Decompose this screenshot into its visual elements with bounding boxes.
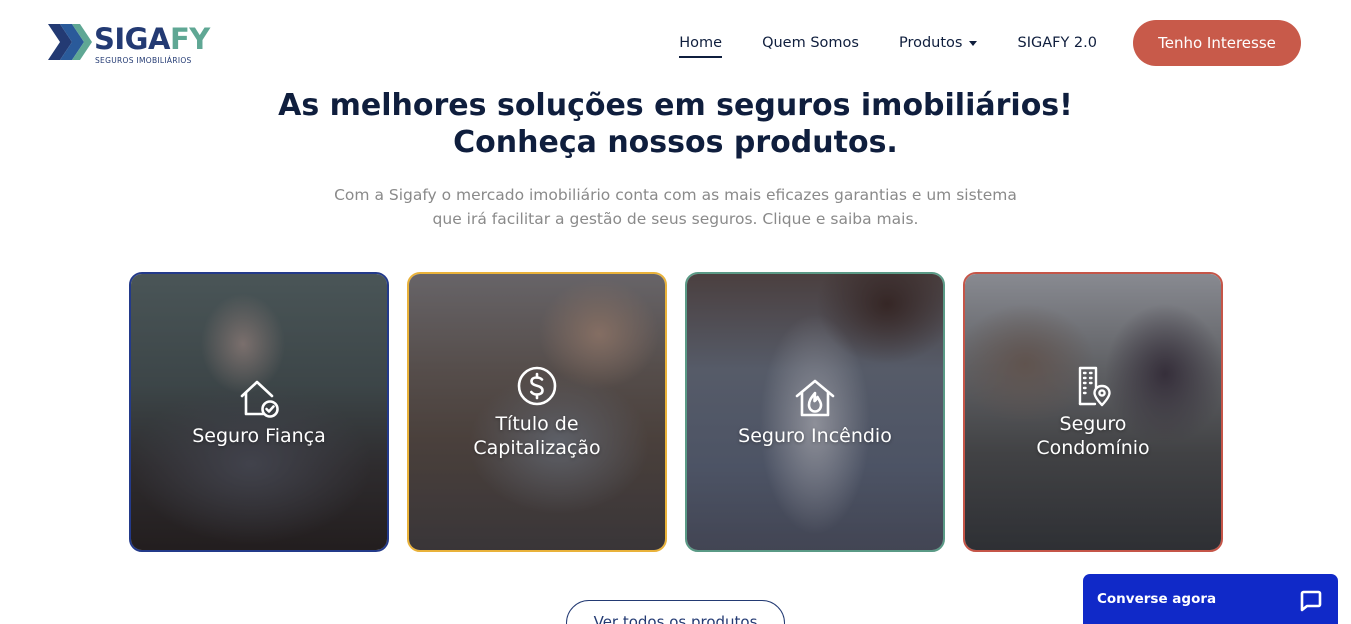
building-pin-icon [1078, 366, 1111, 407]
tenho-interesse-button[interactable]: Tenho Interesse [1133, 20, 1301, 66]
card-label-line2: Condomínio [1036, 437, 1150, 459]
card-label-line1: Seguro Fiança [192, 425, 326, 447]
chevron-arrows-logo-icon [48, 24, 92, 60]
hero-subtitle-line1: Com a Sigafy o mercado imobiliário conta… [334, 186, 1017, 204]
nav-sigafy-2-label: SIGAFY 2.0 [1017, 35, 1097, 51]
main-nav: Home Quem Somos Produtos SIGAFY 2.0 Tenh… [679, 20, 1301, 66]
logo-wordmark: SIGAFY [94, 22, 210, 56]
logo-word-siga: SIGA [94, 22, 170, 56]
card-seguro-fianca[interactable]: Seguro Fiança [129, 272, 389, 552]
product-cards: Seguro Fiança Título de Capitalização Se… [129, 272, 1223, 552]
house-check-icon [240, 380, 279, 418]
logo-word-fy: FY [169, 22, 210, 56]
hero-subtitle-line2: que irá facilitar a gestão de seus segur… [432, 210, 919, 228]
card-label: Título de Capitalização [473, 412, 600, 460]
card-titulo-capitalizacao[interactable]: Título de Capitalização [407, 272, 667, 552]
card-label: Seguro Incêndio [738, 424, 892, 448]
logo-tagline: SEGUROS IMOBILIÁRIOS [95, 56, 192, 65]
hero-title-line2: Conheça nossos produtos. [453, 125, 898, 160]
dollar-circle-icon [517, 366, 557, 406]
hero-title-line1: As melhores soluções em seguros imobiliá… [278, 88, 1073, 123]
card-seguro-condominio[interactable]: Seguro Condomínio [963, 272, 1223, 552]
house-fire-icon [795, 379, 835, 417]
nav-sigafy-2[interactable]: SIGAFY 2.0 [1017, 35, 1097, 51]
chat-bubble-icon [1300, 590, 1322, 612]
nav-home-label: Home [679, 35, 723, 51]
nav-produtos[interactable]: Produtos [899, 35, 978, 51]
hero-title: As melhores soluções em seguros imobiliá… [0, 87, 1351, 161]
card-label-line1: Seguro [1059, 413, 1127, 435]
card-label: Seguro Fiança [192, 424, 326, 448]
ver-todos-produtos-button[interactable]: Ver todos os produtos [566, 600, 785, 624]
card-label-line2: Capitalização [473, 437, 601, 459]
sigafy-logo[interactable]: SIGAFY SEGUROS IMOBILIÁRIOS [48, 20, 218, 68]
card-label-line1: Título de [495, 413, 579, 435]
nav-quem-somos[interactable]: Quem Somos [762, 35, 859, 51]
card-label: Seguro Condomínio [1036, 412, 1149, 460]
chat-label: Converse agora [1097, 591, 1217, 607]
card-seguro-incendio[interactable]: Seguro Incêndio [685, 272, 945, 552]
chat-widget[interactable]: Converse agora [1083, 574, 1338, 624]
nav-produtos-label: Produtos [898, 35, 963, 51]
card-label-line1: Seguro Incêndio [738, 425, 892, 447]
hero-subtitle: Com a Sigafy o mercado imobiliário conta… [300, 183, 1051, 231]
caret-down-icon [969, 40, 978, 46]
nav-quem-somos-label: Quem Somos [762, 35, 859, 51]
nav-home[interactable]: Home [679, 35, 723, 58]
